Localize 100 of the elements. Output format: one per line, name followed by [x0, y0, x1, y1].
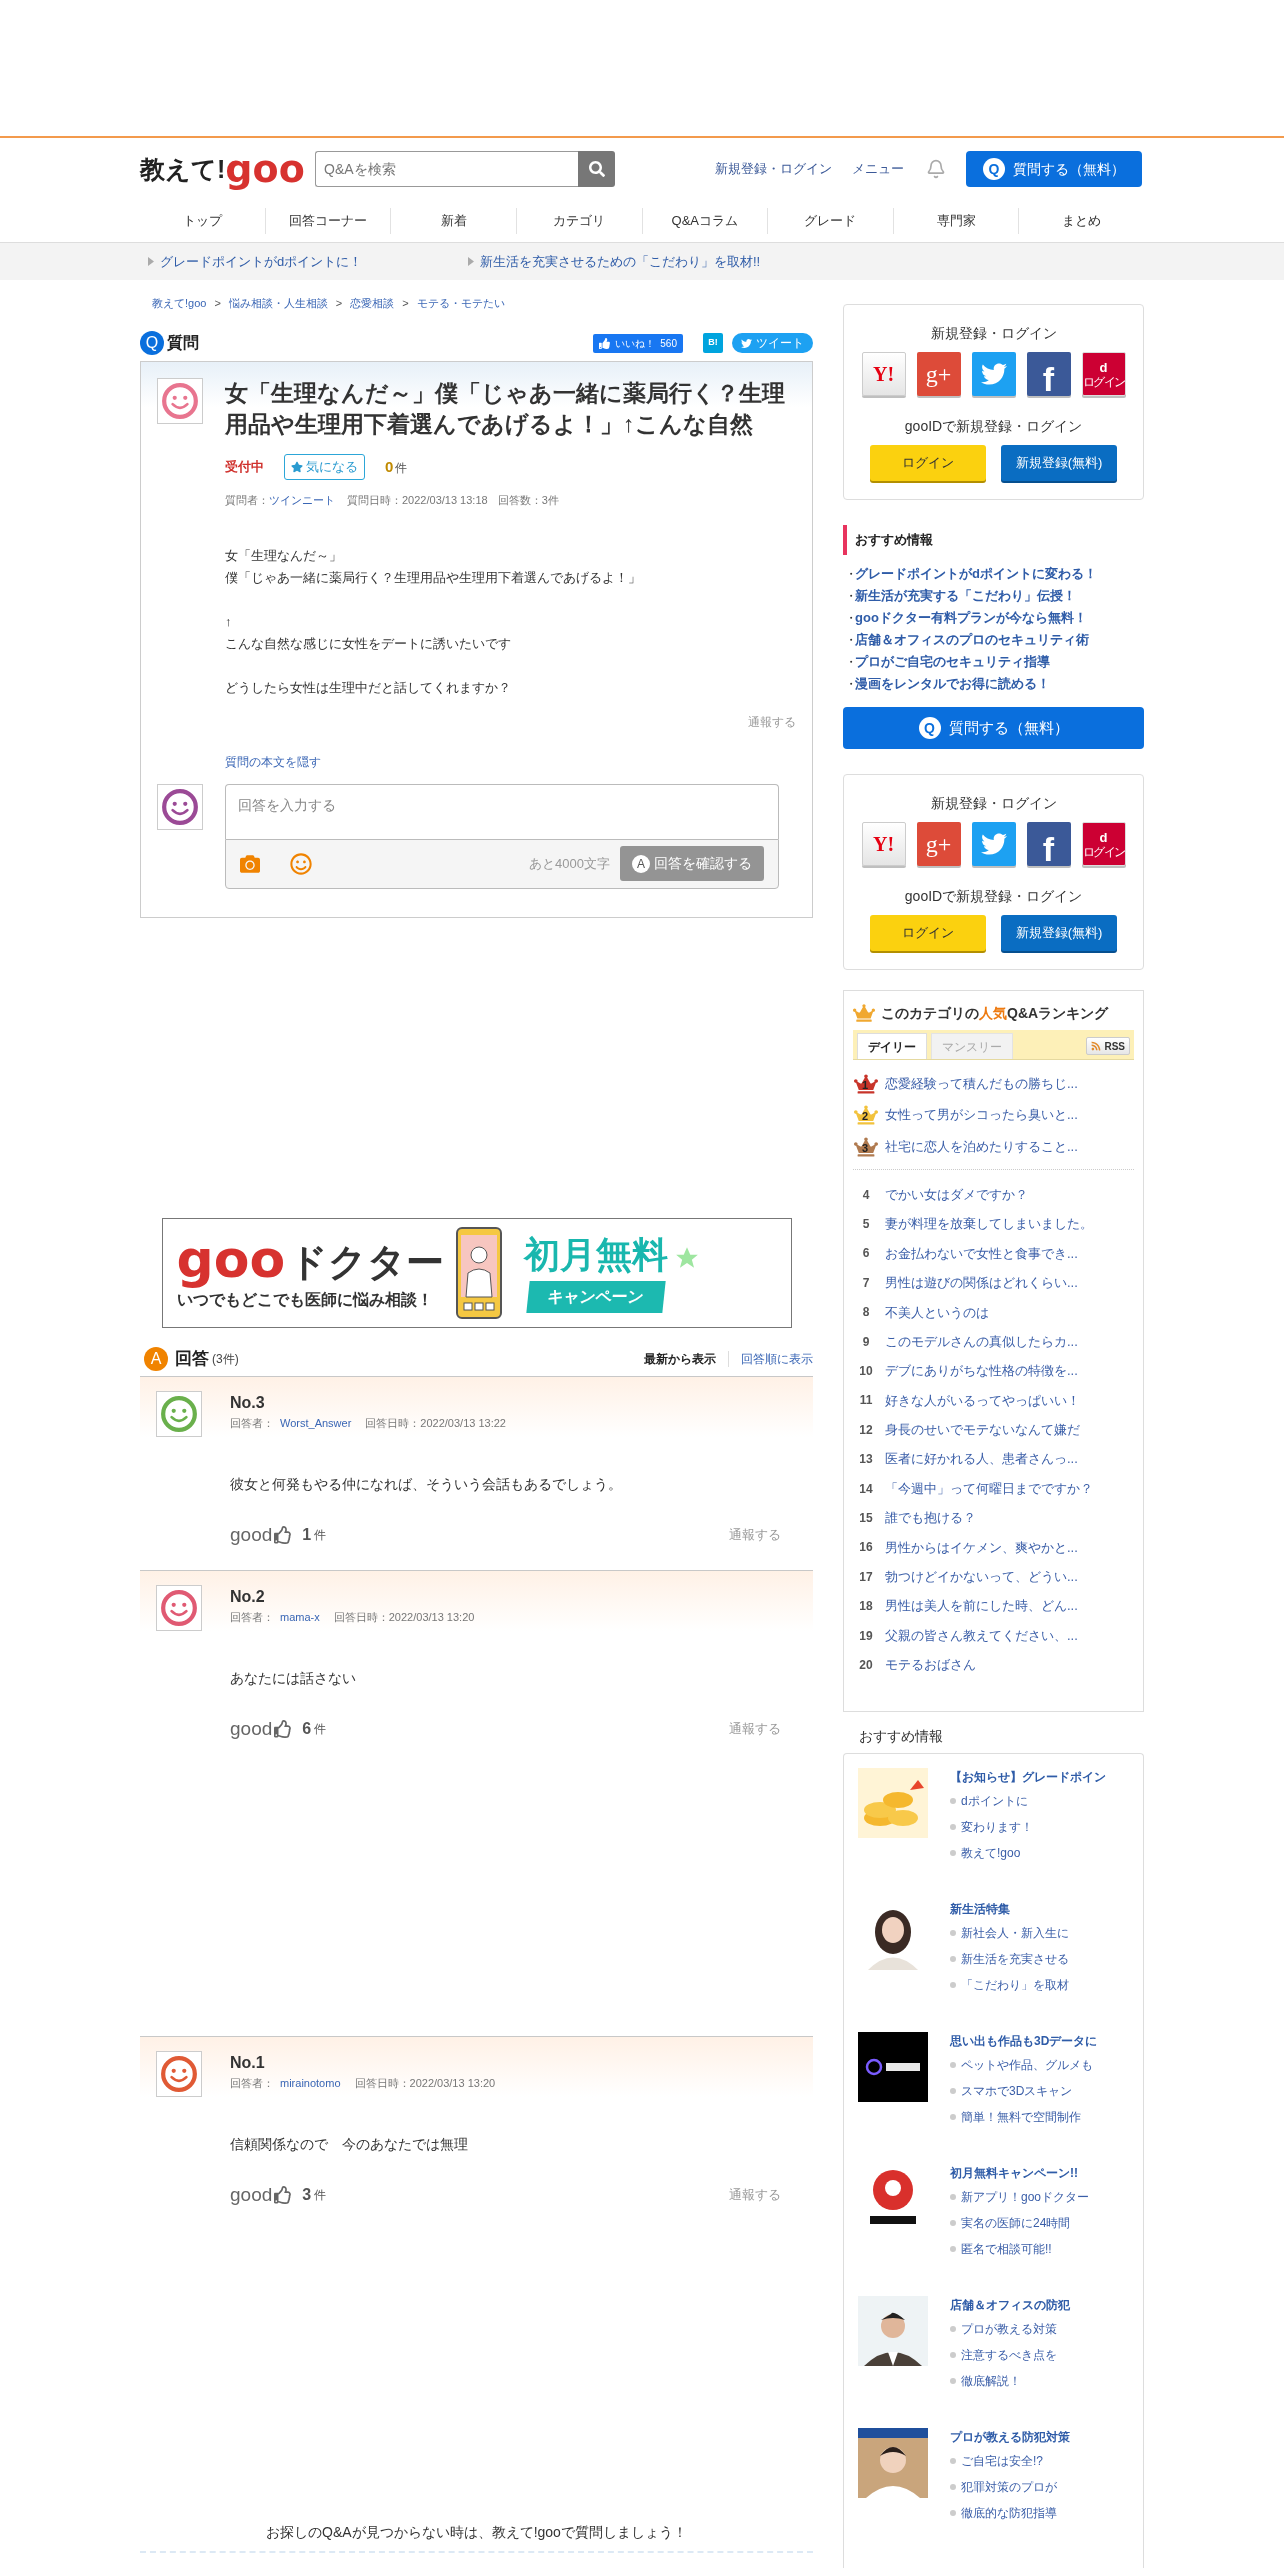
info-link[interactable]: 新生活を充実させる — [961, 1950, 1069, 1968]
answerer-link[interactable]: mama-x — [280, 1609, 320, 1626]
promo-link[interactable]: グレードポイントがdポイントに！ — [160, 251, 363, 272]
good-button[interactable]: good — [230, 1520, 293, 1549]
sort-option[interactable]: 最新から表示 — [644, 1350, 716, 1368]
nav-tab[interactable]: 専門家 — [893, 211, 1019, 231]
ask-question-button[interactable]: Q 質問する（無料） — [843, 707, 1144, 749]
info-link[interactable]: 徹底的な防犯指導 — [961, 2504, 1057, 2522]
ranking-link[interactable]: 勃つけどイかないって、どうい... — [885, 1567, 1078, 1587]
logo-brand[interactable]: goo — [225, 150, 305, 188]
ranking-link[interactable]: 不美人というのは — [885, 1302, 989, 1322]
login-button[interactable]: ログイン — [870, 915, 986, 951]
login-link[interactable]: 新規登録・ログイン — [715, 159, 832, 179]
info-heading[interactable]: 店舗＆オフィスの防犯 — [950, 2296, 1070, 2316]
like-button[interactable]: いいね！ 560 — [593, 333, 683, 353]
register-button[interactable]: 新規登録(無料) — [1001, 915, 1117, 951]
asker-link[interactable]: ツインニート — [269, 492, 335, 509]
info-link[interactable]: 「こだわり」を取材 — [961, 1976, 1069, 1994]
ranking-link[interactable]: 男性は遊びの関係はどれくらい... — [885, 1273, 1078, 1293]
ranking-link[interactable]: 誰でも抱ける？ — [885, 1508, 976, 1528]
logo-text[interactable]: 教えて! — [140, 150, 226, 188]
ad-banner[interactable]: goo ドクター いつでもどこでも医師に悩み相談！ 初月無料 キャンペーン — [161, 1218, 792, 1328]
info-link[interactable]: 注意するべき点を — [961, 2346, 1057, 2364]
docomo-login-button[interactable]: d ログイン — [1081, 822, 1126, 866]
ranking-link[interactable]: でかい女はダメですか？ — [885, 1184, 1028, 1205]
nav-tab[interactable]: まとめ — [1019, 211, 1144, 231]
camera-icon[interactable] — [240, 853, 260, 874]
docomo-login-button[interactable]: d ログイン — [1081, 352, 1126, 396]
ranking-link[interactable]: 好きな人がいるってやっぱいい！ — [885, 1390, 1080, 1411]
nav-tab[interactable]: 回答コーナー — [265, 211, 391, 231]
menu-link[interactable]: メニュー — [852, 159, 904, 179]
recommended-link[interactable]: 漫画をレンタルでお得に読める！ — [855, 674, 1050, 694]
login-button[interactable]: ログイン — [870, 445, 986, 481]
ranking-tab[interactable]: デイリー — [857, 1033, 927, 1059]
smiley-icon[interactable] — [290, 852, 312, 875]
ranking-link[interactable]: モテるおばさん — [885, 1655, 976, 1675]
breadcrumb-link[interactable]: 恋愛相談 — [350, 294, 395, 312]
yahoo-login-button[interactable]: Y! — [861, 822, 906, 866]
good-button[interactable]: good — [230, 2180, 293, 2209]
twitter-login-button[interactable] — [971, 822, 1016, 866]
nav-tab[interactable]: カテゴリ — [516, 211, 642, 231]
facebook-login-button[interactable]: f — [1026, 352, 1071, 396]
rss-button[interactable]: RSS — [1086, 1037, 1130, 1055]
info-link[interactable]: スマホで3Dスキャン — [961, 2082, 1073, 2100]
answerer-link[interactable]: Worst_Answer — [280, 1415, 352, 1432]
search-button[interactable] — [578, 151, 615, 187]
ranking-link[interactable]: 父親の皆さん教えてください、... — [885, 1625, 1078, 1646]
ranking-link[interactable]: 男性は美人を前にした時、どん... — [885, 1596, 1078, 1616]
hide-question-link[interactable]: 質問の本文を隠す — [225, 752, 321, 771]
recommended-link[interactable]: 店舗＆オフィスのプロのセキュリティ術 — [855, 630, 1089, 650]
ranking-link[interactable]: 妻が料理を放棄してしまいました。 — [885, 1214, 1093, 1234]
breadcrumb-link[interactable]: モテる・モテたい — [416, 294, 505, 312]
answer-input[interactable]: 回答を入力する — [225, 783, 779, 839]
info-link[interactable]: ペットや作品、グルメも — [961, 2056, 1093, 2074]
recommended-link[interactable]: gooドクター有料プランが今なら無料！ — [855, 608, 1087, 628]
info-link[interactable]: 変わります！ — [961, 1818, 1033, 1836]
info-link[interactable]: 新アプリ！gooドクター — [961, 2188, 1090, 2206]
sort-option[interactable]: 回答順に表示 — [741, 1350, 813, 1368]
info-link[interactable]: 簡単！無料で空間制作 — [961, 2108, 1081, 2126]
info-heading[interactable]: 思い出も作品も3Dデータに — [950, 2032, 1098, 2052]
info-link[interactable]: 新社会人・新入生に — [961, 1924, 1069, 1942]
info-link[interactable]: ご自宅は安全!? — [961, 2452, 1043, 2470]
register-button[interactable]: 新規登録(無料) — [1001, 445, 1117, 481]
info-link[interactable]: 犯罪対策のプロが — [961, 2478, 1057, 2496]
ranking-link[interactable]: 恋愛経験って積んだもの勝ちじ... — [885, 1073, 1078, 1094]
ranking-link[interactable]: お金払わないで女性と食事でき... — [885, 1243, 1078, 1264]
google-login-button[interactable]: g+ — [916, 352, 961, 396]
bell-icon[interactable] — [926, 159, 946, 179]
recommended-link[interactable]: プロがご自宅のセキュリティ指導 — [855, 652, 1050, 672]
info-heading[interactable]: 【お知らせ】グレードポイン — [950, 1768, 1106, 1788]
promo-link[interactable]: 新生活を充実させるための「こだわり」を取材!! — [480, 251, 761, 272]
google-login-button[interactable]: g+ — [916, 822, 961, 866]
info-link[interactable]: dポイントに — [961, 1792, 1028, 1810]
ranking-link[interactable]: このモデルさんの真似したらカ... — [885, 1331, 1078, 1352]
recommended-link[interactable]: 新生活が充実する「こだわり」伝授！ — [855, 586, 1076, 606]
info-link[interactable]: 匿名で相談可能!! — [961, 2240, 1052, 2258]
info-link[interactable]: 教えて!goo — [961, 1844, 1021, 1862]
info-heading[interactable]: 新生活特集 — [950, 1900, 1069, 1920]
nav-tab[interactable]: トップ — [140, 211, 265, 231]
good-button[interactable]: good — [230, 1714, 293, 1743]
info-heading[interactable]: プロが教える防犯対策 — [950, 2428, 1070, 2448]
yahoo-login-button[interactable]: Y! — [861, 352, 906, 396]
ranking-link[interactable]: 身長のせいでモテないなんて嫌だ — [885, 1420, 1080, 1440]
ranking-link[interactable]: 「今週中」って何曜日までですか？ — [885, 1478, 1093, 1499]
ranking-link[interactable]: 社宅に恋人を泊めたりすること... — [885, 1136, 1078, 1157]
ask-question-button[interactable]: Q 質問する（無料） — [966, 151, 1142, 187]
ranking-link[interactable]: 医者に好かれる人、患者さんっ... — [885, 1449, 1078, 1469]
info-link[interactable]: 徹底解説！ — [961, 2372, 1021, 2390]
search-field[interactable]: Q&Aを検索 — [315, 151, 578, 187]
breadcrumb-link[interactable]: 悩み相談・人生相談 — [228, 294, 328, 312]
nav-tab[interactable]: グレード — [768, 211, 893, 231]
recommended-link[interactable]: グレードポイントがdポイントに変わる！ — [855, 564, 1097, 584]
nav-tab[interactable]: 新着 — [391, 211, 516, 231]
info-heading[interactable]: 初月無料キャンペーン!! — [950, 2164, 1090, 2184]
info-link[interactable]: プロが教える対策 — [961, 2320, 1057, 2338]
nav-tab[interactable]: Q&Aコラム — [642, 211, 768, 231]
ranking-link[interactable]: 女性って男がシコったら臭いと... — [885, 1104, 1078, 1125]
info-link[interactable]: 実名の医師に24時間 — [961, 2214, 1071, 2232]
ranking-link[interactable]: デブにありがちな性格の特徴を... — [885, 1361, 1078, 1381]
ranking-link[interactable]: 男性からはイケメン、爽やかと... — [885, 1537, 1078, 1558]
